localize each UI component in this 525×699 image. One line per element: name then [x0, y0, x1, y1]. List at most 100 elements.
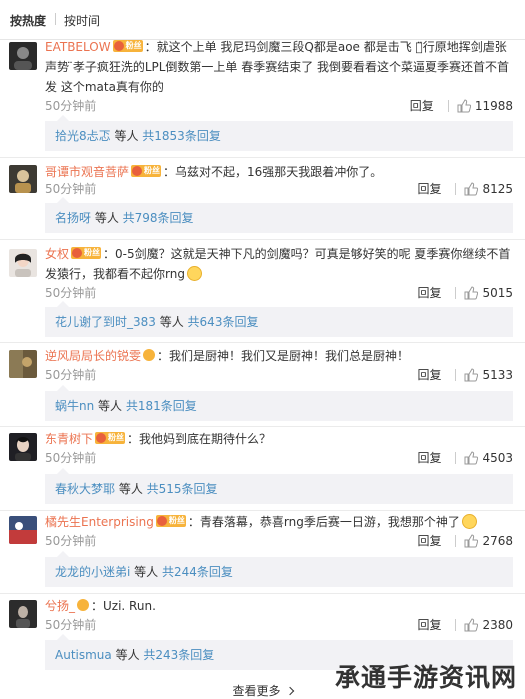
timestamp: 50分钟前 [45, 534, 97, 548]
fan-badge-icon: 粉丝 [155, 515, 186, 527]
reply-user-link[interactable]: 拾光8忐忑 [55, 129, 111, 143]
reply-summary-text: 等人 [91, 211, 123, 225]
comment-body: ：乌兹对不起，16强那天我跟着冲你了。 [163, 165, 383, 179]
reply-count-link[interactable]: 共798条回复 [123, 211, 194, 225]
reply-count-link[interactable]: 共1853条回复 [142, 129, 221, 143]
comment-actions: 回复 5015 [417, 284, 513, 301]
fan-badge-icon: 粉丝 [112, 40, 143, 52]
like-count: 5133 [482, 367, 513, 382]
reply-button[interactable]: 回复 [417, 284, 441, 301]
reply-count-link[interactable]: 共181条回复 [126, 399, 197, 413]
timestamp: 50分钟前 [45, 182, 97, 196]
like-count: 8125 [482, 181, 513, 196]
chevron-right-icon [285, 686, 294, 696]
comment-actions: 回复 2768 [417, 532, 513, 549]
comment-text: 兮扬_ ：Uzi. Run. [45, 596, 515, 616]
sort-by-hot[interactable]: 按热度 [10, 12, 46, 29]
avatar[interactable] [9, 433, 37, 461]
reply-summary[interactable]: 龙龙的小迷弟i 等人 共244条回复 [45, 551, 513, 587]
reply-user-link[interactable]: 蜗牛nn [55, 399, 94, 413]
reply-summary[interactable]: 花儿谢了到时_383 等人 共643条回复 [45, 301, 513, 337]
reply-user-link[interactable]: 名扬呀 [55, 211, 91, 225]
timestamp: 50分钟前 [45, 286, 97, 300]
action-divider [455, 534, 457, 547]
action-divider [455, 451, 457, 464]
thumbs-up-icon[interactable] [464, 617, 479, 632]
reply-count-link[interactable]: 共515条回复 [147, 482, 218, 496]
reply-summary-text: 等人 [110, 129, 143, 143]
avatar[interactable] [9, 516, 37, 544]
thumbs-up-icon[interactable] [464, 285, 479, 300]
comment-divider [0, 342, 525, 343]
comment-divider [0, 593, 525, 594]
thumbs-up-icon[interactable] [464, 533, 479, 548]
comment-body: ：0-5剑魔？这就是天神下凡的剑魔吗？可真是够好笑的呢 夏季赛你继续不首发猿行，… [45, 247, 511, 281]
comment-text: 逆风局局长的锐雯 ：我们是厨神！我们又是厨神！我们总是厨神！ [45, 346, 515, 366]
timestamp: 50分钟前 [45, 368, 97, 382]
reply-count-link[interactable]: 共643条回复 [188, 315, 259, 329]
reply-button[interactable]: 回复 [417, 616, 441, 633]
reply-summary[interactable]: 拾光8忐忑 等人 共1853条回复 [45, 115, 513, 151]
action-divider [447, 99, 449, 112]
comment-actions: 回复 5133 [417, 366, 513, 383]
smile-emoji-icon [461, 514, 477, 529]
thumbs-up-icon[interactable] [464, 450, 479, 465]
reply-button[interactable]: 回复 [417, 532, 441, 549]
load-more-label: 查看更多 [232, 684, 281, 698]
comment-body: ：我他妈到底在期待什么？ [127, 432, 272, 446]
avatar[interactable] [9, 249, 37, 277]
avatar[interactable] [9, 600, 37, 628]
reply-count-link[interactable]: 共244条回复 [162, 565, 233, 579]
like-count: 5015 [482, 285, 513, 300]
reply-user-link[interactable]: 龙龙的小迷弟i [55, 565, 130, 579]
reply-button[interactable]: 回复 [417, 449, 441, 466]
reply-button[interactable]: 回复 [417, 180, 441, 197]
comment-divider [0, 239, 525, 240]
timestamp: 50分钟前 [45, 99, 97, 113]
like-count: 2380 [482, 617, 513, 632]
thumbs-up-icon[interactable] [464, 367, 479, 382]
reply-summary-text: 等人 [94, 399, 126, 413]
comment-text: 哥谭市观音菩萨 粉丝 ：乌兹对不起，16强那天我跟着冲你了。 [45, 162, 515, 182]
fan-badge-icon: 粉丝 [71, 247, 102, 259]
like-count: 2768 [482, 533, 513, 548]
comment-body: ：青春落幕，恭喜rng季后赛一日游，我想那个神了 [187, 515, 460, 529]
comment-text: 东青树下 粉丝 ：我他妈到底在期待什么？ [45, 429, 515, 449]
comment-divider [0, 510, 525, 511]
reply-summary[interactable]: 春秋大梦耶 等人 共515条回复 [45, 468, 513, 504]
username-link[interactable]: 哥谭市观音菩萨 [45, 165, 129, 179]
reply-button[interactable]: 回复 [410, 97, 434, 114]
like-count: 4503 [482, 450, 513, 465]
fan-badge-icon: 粉丝 [131, 165, 162, 177]
thumbs-up-icon[interactable] [464, 181, 479, 196]
reply-count-link[interactable]: 共243条回复 [143, 648, 214, 662]
reply-user-link[interactable]: 春秋大梦耶 [55, 482, 115, 496]
username-link[interactable]: 东青树下 [45, 432, 93, 446]
username-link[interactable]: 兮扬_ [45, 599, 75, 613]
username-link[interactable]: 女权 [45, 247, 69, 261]
username-link[interactable]: 逆风局局长的锐雯 [45, 349, 141, 363]
vip-badge-icon [77, 599, 90, 611]
thumbs-up-icon[interactable] [457, 98, 471, 113]
action-divider [455, 368, 457, 381]
avatar[interactable] [9, 165, 37, 193]
sort-by-time[interactable]: 按时间 [64, 12, 100, 29]
comment-divider [0, 426, 525, 427]
reply-summary[interactable]: 名扬呀 等人 共798条回复 [45, 197, 513, 233]
reply-summary[interactable]: 蜗牛nn 等人 共181条回复 [45, 385, 513, 421]
comment-actions: 回复 8125 [417, 180, 513, 197]
action-divider [455, 286, 457, 299]
comment-divider [0, 157, 525, 158]
watermark-logo: 承通手游资讯网 [334, 663, 517, 692]
username-link[interactable]: EATBELOW [45, 40, 111, 54]
sort-divider [55, 13, 56, 25]
reply-user-link[interactable]: Autismua [55, 648, 112, 662]
reply-summary-text: 等人 [115, 482, 147, 496]
reply-button[interactable]: 回复 [417, 366, 441, 383]
username-link[interactable]: 橘先生Enterprising [45, 515, 154, 529]
avatar[interactable] [9, 350, 37, 378]
reply-user-link[interactable]: 花儿谢了到时_383 [55, 315, 156, 329]
comment-body: ：我们是厨神！我们又是厨神！我们总是厨神！ [157, 349, 410, 363]
laugh-emoji-icon [186, 266, 202, 281]
avatar[interactable] [9, 42, 37, 70]
